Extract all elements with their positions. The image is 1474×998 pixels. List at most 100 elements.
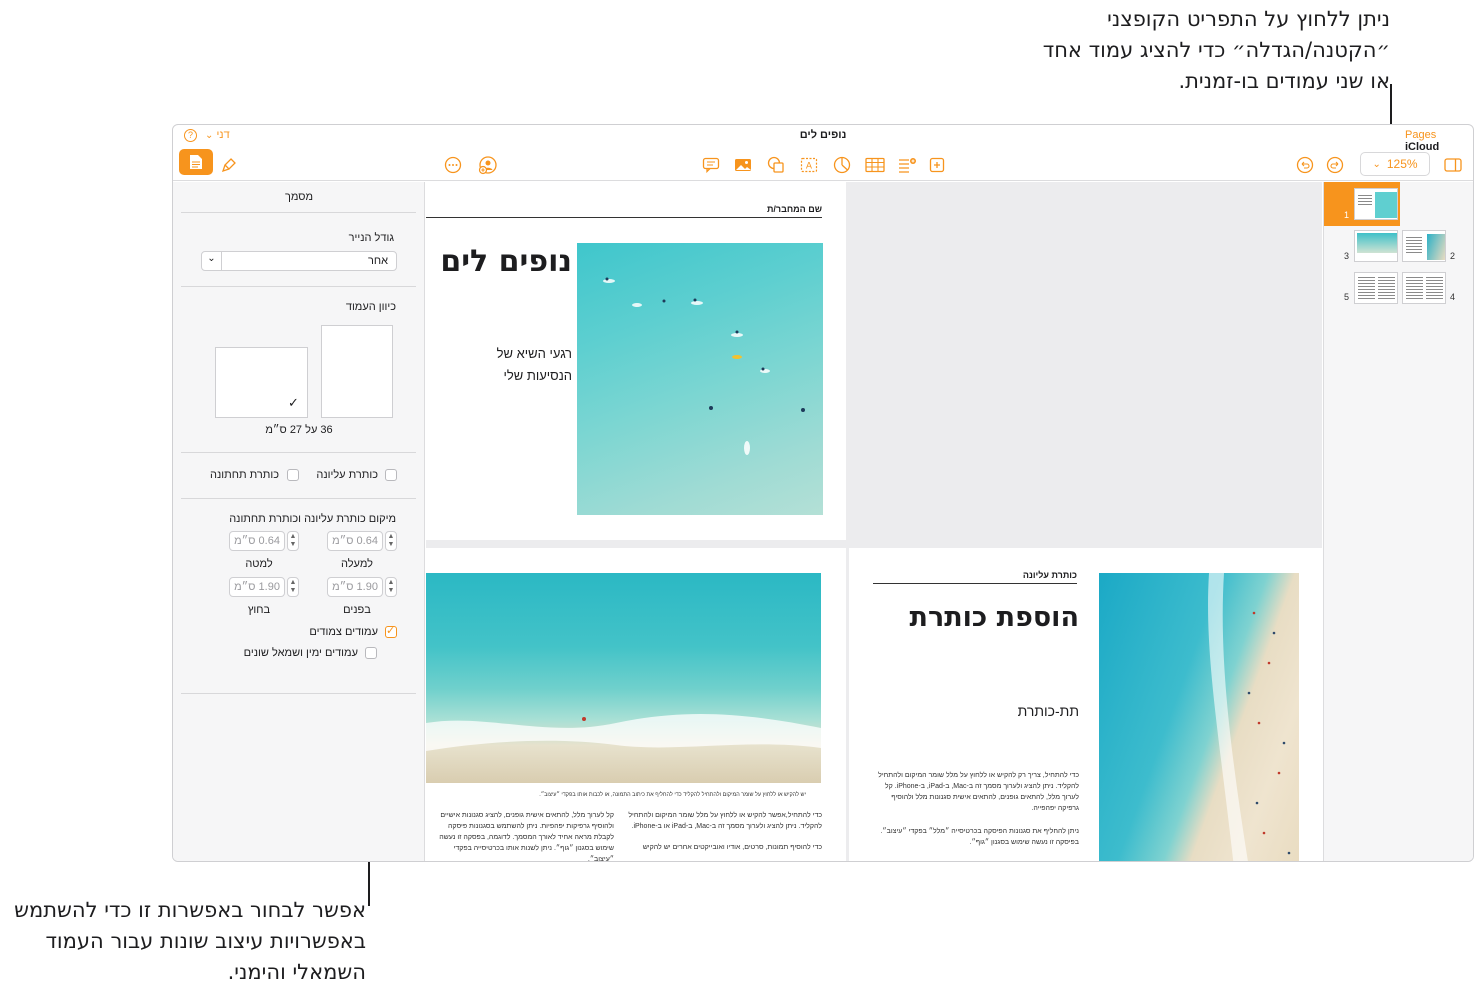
top-margin-stepper[interactable]: 0.64 ס״מ ▲ ▼ [327,531,397,551]
body-p1: כדי להתחיל, צריך רק להקיש או ללחוץ על מל… [878,772,1079,812]
title-bar: ? ⌄ דני נופים לים Pages iCloud [173,125,1473,153]
stepper-arrows-icon[interactable]: ▲ ▼ [287,531,299,551]
hf-position-label: מיקום כותרת עליונה וכותרת תחתונה [229,513,396,525]
format-brush-icon[interactable] [217,153,241,177]
divider [181,286,416,287]
table-icon[interactable] [863,153,887,177]
list-add-icon[interactable] [895,153,919,177]
header-checkbox-label: כותרת עליונה [316,469,378,481]
page-3[interactable]: כותרת עליונה הוספת כותרת תת-כותרת כדי לה… [849,548,1322,861]
insert-icon[interactable] [925,153,949,177]
beach-wave-photo[interactable] [426,573,821,783]
author-rule [426,217,822,218]
thumbnail-page-4[interactable] [1402,272,1446,304]
document-canvas[interactable]: שם המחבר/ת נופים לים רגעי השיא של הנסיעו… [426,182,1322,861]
comment-icon[interactable] [699,153,723,177]
collaborate-icon[interactable] [476,153,500,177]
divider [181,693,416,694]
cover-subtitle-1[interactable]: רגעי השיא של [446,346,572,361]
cover-subtitle-2[interactable]: הנסיעות שלי [446,368,573,383]
photo-caption[interactable]: יש להקיש או ללחוץ על שומר המיקום ולהתחיל… [466,790,806,801]
thumb-text [1358,195,1372,205]
thumb-number-5: 5 [1344,292,1350,302]
page-title[interactable]: הוספת כותרת [869,602,1079,633]
pane-header: מסמך [284,191,314,203]
user-name: דני [216,129,230,141]
callout-zoom: ניתן ללחוץ על התפריט הקופצני ״הקטנה/הגדל… [1042,7,1390,93]
orientation-label: כיוון העמוד [345,301,396,313]
page-2[interactable]: יש להקיש או ללחוץ על שומר המיקום ולהתחיל… [426,548,846,861]
undo-icon[interactable] [1293,153,1317,177]
app-name: Pages [1405,129,1437,141]
inside-margin-label: בפנים [343,604,371,616]
inside-margin-stepper[interactable]: 1.90 ס״מ ▲ ▼ [327,577,397,597]
facing-pages-label: עמודים צמודים [309,626,378,638]
beach-aerial-photo[interactable] [1099,573,1299,861]
help-icon[interactable]: ? [184,129,197,142]
thumb-photo [1375,192,1397,218]
chevron-down-icon: ⌄ [1372,158,1381,170]
chart-icon[interactable] [830,153,854,177]
user-menu[interactable]: ⌄ דני [205,129,230,141]
text-box-icon[interactable]: A [797,153,821,177]
paper-size-value: אחר [367,255,388,267]
toolbar: A ⌄ 125% [173,147,1473,181]
bottom-margin-field[interactable]: 0.64 ס״מ [229,531,285,551]
col1-p1: כדי להתחיל,אפשר להקיש או ללחוץ על מלל שו… [628,812,822,830]
cover-title[interactable]: נופים לים [436,244,572,279]
chevron-down-icon: ⌄ [202,252,222,270]
landscape-option[interactable]: ✓ [215,347,308,418]
thumbnail-page-5[interactable] [1354,272,1398,304]
bottom-margin-label: למטה [245,558,273,570]
body-column-1[interactable]: כדי להתחיל,אפשר להקיש או ללחוץ על מלל שו… [622,810,822,853]
facing-pages-checkbox[interactable]: ✓ [385,625,397,638]
outside-margin-stepper[interactable]: 1.90 ס״מ ▲ ▼ [229,577,299,597]
footer-checkbox-label: כותרת תחתונה [210,469,279,481]
sidebar-toggle-icon[interactable] [1441,153,1465,177]
outside-margin-field[interactable]: 1.90 ס״מ [229,577,285,597]
media-icon[interactable] [731,153,755,177]
footer-checkbox[interactable] [287,469,299,481]
header-checkbox[interactable] [385,469,397,481]
thumb-photo [1427,234,1445,260]
stepper-arrows-icon[interactable]: ▲ ▼ [287,577,299,597]
body-column-2[interactable]: קל לערוך מלל, להתאים אישית גופנים, להציג… [426,810,614,861]
thumb-number-3: 3 [1344,251,1350,261]
doc-title: נופים לים [799,129,847,141]
thumb-text [1378,277,1395,301]
portrait-option[interactable] [321,325,393,418]
page-dimensions: 36 על 27 ס״מ [265,424,333,436]
inside-margin-field[interactable]: 1.90 ס״מ [327,577,383,597]
page-thumbnails: 1 2 3 4 5 [1323,182,1473,861]
document-pane-button[interactable] [179,149,213,175]
top-margin-field[interactable]: 0.64 ס״מ [327,531,383,551]
thumbnail-page-3[interactable] [1354,230,1398,262]
page-1[interactable]: שם המחבר/ת נופים לים רגעי השיא של הנסיעו… [426,182,846,540]
divider [181,452,416,453]
zoom-popup-button[interactable]: ⌄ 125% [1360,152,1430,176]
page-body[interactable]: כדי להתחיל, צריך רק להקיש או ללחוץ על מל… [873,770,1079,848]
chevron-down-icon: ⌄ [205,130,214,141]
shape-icon[interactable] [764,153,788,177]
different-left-right-checkbox[interactable] [365,647,377,659]
paper-size-select[interactable]: אחר ⌄ [201,251,397,271]
author-text[interactable]: שם המחבר/ת [766,204,822,214]
redo-icon[interactable] [1323,153,1347,177]
more-icon[interactable] [441,153,465,177]
thumbnail-page-1[interactable] [1354,188,1398,220]
page-subtitle[interactable]: תת-כותרת [929,703,1079,719]
bottom-margin-stepper[interactable]: 0.64 ס״מ ▲ ▼ [229,531,299,551]
thumbnail-page-2[interactable] [1402,230,1446,262]
thumb-number-4: 4 [1450,292,1456,302]
outside-margin-label: בחוץ [247,604,271,616]
callout-left-right-pages: אפשר לבחור באפשרות זו כדי להשתמש באפשרוי… [14,898,366,984]
document-icon [190,155,202,169]
cover-ocean-photo[interactable] [577,243,823,515]
running-header[interactable]: כותרת עליונה [999,570,1077,580]
divider [181,498,416,499]
col1-p2: כדי להוסיף תמונות, סרטים, אודיו ואובייקט… [642,844,822,851]
header-rule [873,583,1077,584]
stepper-arrows-icon[interactable]: ▲ ▼ [385,577,397,597]
stepper-arrows-icon[interactable]: ▲ ▼ [385,531,397,551]
svg-text:A: A [806,162,813,172]
